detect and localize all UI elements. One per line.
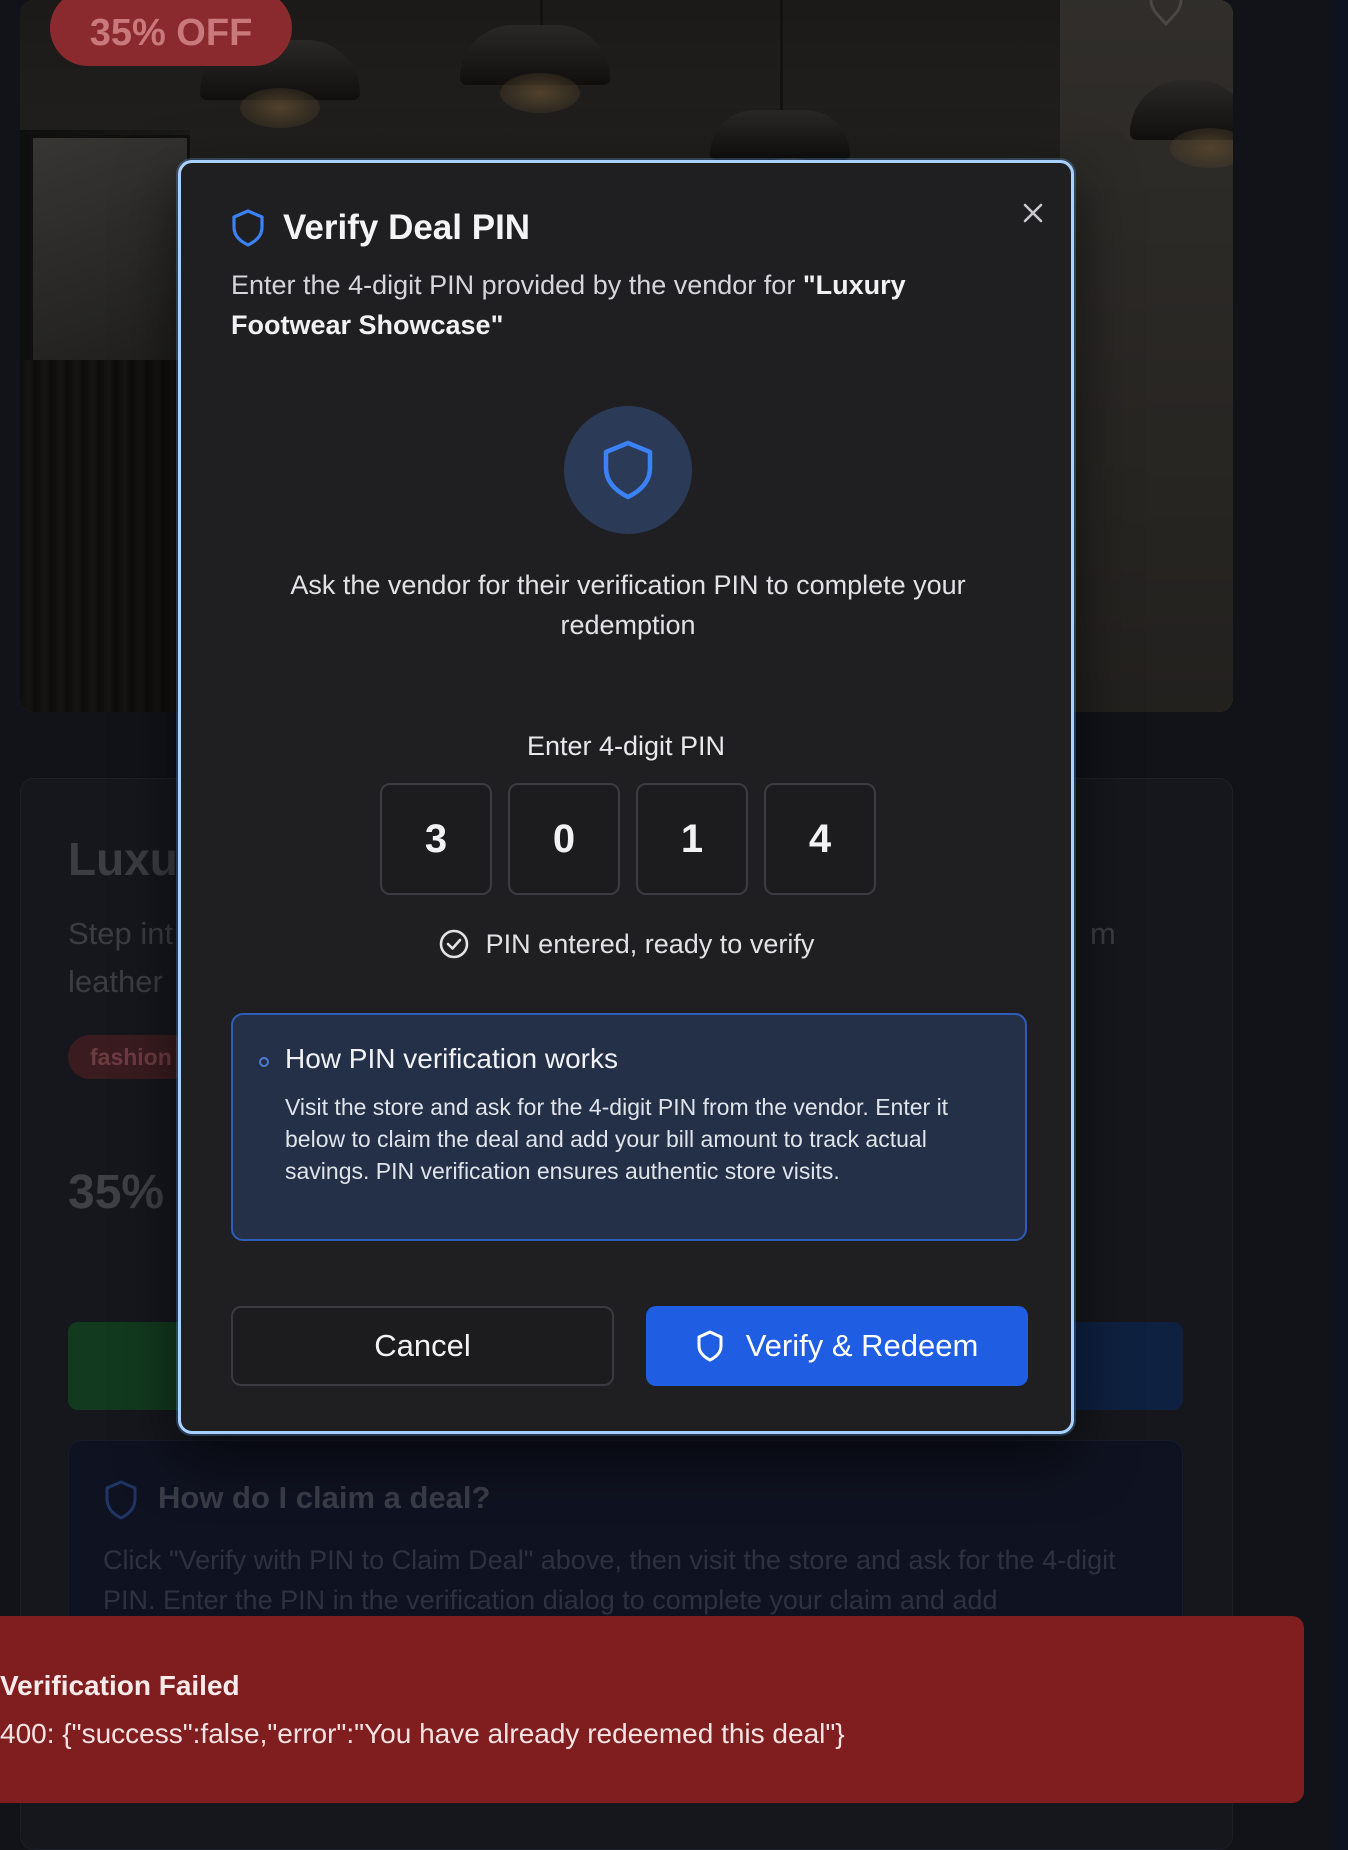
info-title: How PIN verification works xyxy=(285,1043,618,1074)
faq-title: How do I claim a deal? xyxy=(158,1480,491,1515)
discount-badge: 35% OFF xyxy=(50,0,292,66)
deal-discount-value: 35% xyxy=(68,1166,165,1219)
shield-icon xyxy=(105,1480,137,1520)
info-text: Visit the store and ask for the 4-digit … xyxy=(285,1094,949,1184)
dialog-title: Verify Deal PIN xyxy=(283,208,531,247)
category-tag[interactable]: fashion xyxy=(68,1035,194,1079)
pin-status-text: PIN entered, ready to verify xyxy=(485,928,815,959)
toast-message: 400: {"success":false,"error":"You have … xyxy=(0,1718,845,1749)
info-bullet-icon xyxy=(259,1057,269,1067)
desc-fragment: leather xyxy=(68,964,163,999)
verify-button-label: Verify & Redeem xyxy=(745,1328,979,1363)
description-text: Enter the 4-digit PIN provided by the ve… xyxy=(231,270,803,300)
faq-text: Click "Verify with PIN to Claim Deal" ab… xyxy=(103,1545,1116,1615)
desc-fragment: m xyxy=(1090,916,1116,951)
shield-badge xyxy=(564,406,692,534)
info-box: How PIN verification works Visit the sto… xyxy=(231,1013,1027,1241)
toast-title: Verification Failed xyxy=(0,1670,240,1701)
pin-label: Enter 4-digit PIN xyxy=(526,731,726,761)
pin-input-group: 3 0 1 4 xyxy=(380,783,876,895)
verify-redeem-button[interactable]: Verify & Redeem xyxy=(646,1306,1028,1386)
instruction-text: Ask the vendor for their verification PI… xyxy=(290,570,966,640)
desc-fragment: Step int xyxy=(68,916,174,951)
verify-pin-dialog: Verify Deal PIN Enter the 4-digit PIN pr… xyxy=(178,160,1074,1434)
dialog-description: Enter the 4-digit PIN provided by the ve… xyxy=(231,265,1011,345)
pin-digit-input[interactable]: 1 xyxy=(636,783,748,895)
pin-digit-input[interactable]: 0 xyxy=(508,783,620,895)
scrollbar-track[interactable] xyxy=(1335,0,1348,1850)
error-toast[interactable]: Verification Failed 400: {"success":fals… xyxy=(0,1616,1304,1803)
dialog-header: Verify Deal PIN xyxy=(231,208,530,248)
close-icon[interactable] xyxy=(1013,193,1053,233)
pin-digit-input[interactable]: 4 xyxy=(764,783,876,895)
check-circle-icon xyxy=(439,929,468,959)
cancel-button[interactable]: Cancel xyxy=(231,1306,614,1386)
pin-status: PIN entered, ready to verify xyxy=(181,928,1071,960)
shield-icon xyxy=(232,209,264,247)
shield-icon xyxy=(697,1330,723,1362)
deal-title: Luxur xyxy=(68,833,196,885)
shield-icon xyxy=(603,440,653,500)
favorite-heart-icon[interactable] xyxy=(1147,0,1185,26)
pin-digit-input[interactable]: 3 xyxy=(380,783,492,895)
